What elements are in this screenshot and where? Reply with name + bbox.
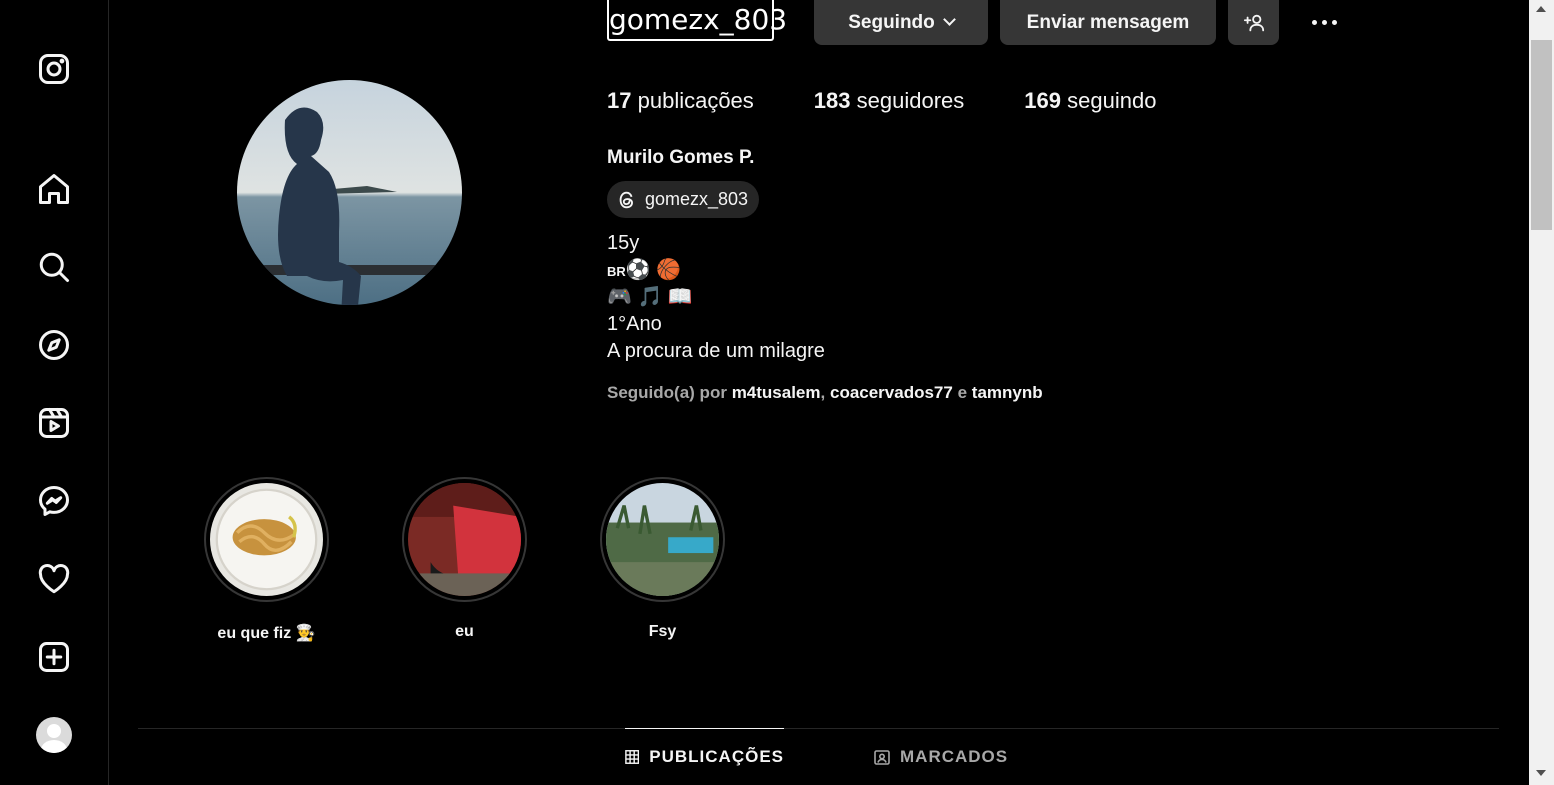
separator: e [957, 383, 968, 402]
followers-count-value: 183 [813, 88, 851, 113]
highlight-cover [408, 483, 521, 596]
mutual-follower-link[interactable]: tamnynb [972, 383, 1043, 402]
threads-icon [619, 191, 633, 208]
sidebar [0, 0, 109, 785]
story-highlight[interactable]: eu que fiz 👨‍🍳 [204, 477, 329, 643]
threads-handle: gomezx_803 [645, 189, 749, 209]
bio-line: 15y [607, 232, 640, 254]
more-dot-icon [1311, 19, 1317, 25]
highlight-cover [606, 483, 719, 596]
following-count-label: seguindo [1067, 88, 1157, 113]
following-count-value: 169 [1024, 88, 1061, 113]
send-message-button[interactable]: Enviar mensagem [1000, 0, 1216, 45]
threads-badge[interactable]: gomezx_803 [607, 181, 760, 218]
profile-avatar-icon[interactable] [36, 717, 72, 753]
instagram-logo-icon[interactable] [33, 48, 75, 90]
story-highlight[interactable]: Fsy [600, 477, 725, 641]
profile-username: gomezx_803 [607, 0, 787, 41]
bio-line: BR⚽ 🏀 [607, 257, 825, 284]
following-button[interactable]: Seguindo [814, 0, 988, 45]
more-options-button[interactable] [1304, 8, 1344, 36]
profile-main: gomezx_803 Seguindo Enviar mensagem 17 p… [109, 0, 1529, 785]
posts-count-value: 17 [607, 88, 632, 113]
highlight-ring [600, 477, 725, 602]
explore-icon[interactable] [33, 324, 75, 366]
mutual-follower-link[interactable]: m4tusalem [732, 383, 821, 402]
page-scrollbar[interactable] [1529, 0, 1554, 785]
separator: , [820, 383, 826, 402]
tab-posts[interactable]: PUBLICAÇÕES [625, 728, 784, 785]
mutual-follower-link[interactable]: coacervados77 [830, 383, 953, 402]
scroll-up-arrow-icon[interactable] [1536, 6, 1546, 12]
tab-posts-label: PUBLICAÇÕES [649, 747, 784, 766]
tagged-user-icon [874, 749, 890, 765]
bio-emojis: ⚽ 🏀 [625, 259, 682, 281]
profile-picture[interactable] [237, 80, 462, 305]
followed-by[interactable]: Seguido(a) por m4tusalem, coacervados77 … [607, 383, 1043, 403]
reels-icon[interactable] [33, 402, 75, 444]
tab-tagged-label: MARCADOS [900, 746, 1009, 766]
highlight-ring [402, 477, 527, 602]
followers-link[interactable]: 183 seguidores [814, 88, 964, 114]
followed-by-prefix: Seguido(a) por [607, 383, 727, 402]
posts-count: 17 publicações [607, 88, 754, 114]
profile-full-name: Murilo Gomes P. [607, 147, 755, 168]
chevron-down-icon [942, 13, 956, 26]
grid-icon [625, 750, 640, 764]
more-dot-icon [1331, 19, 1337, 25]
heart-icon[interactable] [33, 558, 75, 600]
more-dot-icon [1321, 19, 1327, 25]
following-link[interactable]: 169 seguindo [1024, 88, 1156, 114]
highlight-label: eu [455, 623, 474, 640]
highlight-label: eu que fiz 👨‍🍳 [217, 625, 316, 642]
profile-stats: 17 publicações 183 seguidores 169 seguin… [607, 88, 1216, 114]
suggest-users-button[interactable] [1228, 0, 1279, 45]
search-icon[interactable] [33, 246, 75, 288]
bio-line: A procura de um milagre [607, 340, 825, 362]
tab-tagged[interactable]: MARCADOS [874, 728, 1008, 785]
bio-country: BR [607, 264, 626, 279]
posts-count-label: publicações [637, 88, 754, 113]
highlight-ring [204, 477, 329, 602]
add-user-icon [1243, 14, 1264, 31]
bio-line: 1°Ano [607, 313, 662, 335]
messenger-icon[interactable] [33, 480, 75, 522]
create-icon[interactable] [33, 636, 75, 678]
home-icon[interactable] [33, 168, 75, 210]
bio-line: 🎮 🎵 📖 [607, 286, 693, 308]
scrollbar-thumb[interactable] [1531, 40, 1552, 230]
tabs-divider [138, 728, 1499, 729]
followers-count-label: seguidores [856, 88, 965, 113]
profile-bio: 15y BR⚽ 🏀 🎮 🎵 📖 1°Ano A procura de um mi… [607, 230, 825, 365]
story-highlight[interactable]: eu [402, 477, 527, 641]
highlight-cover [210, 483, 323, 596]
scroll-down-arrow-icon[interactable] [1536, 770, 1546, 776]
highlight-label: Fsy [648, 623, 677, 640]
following-label: Seguindo [848, 11, 935, 33]
